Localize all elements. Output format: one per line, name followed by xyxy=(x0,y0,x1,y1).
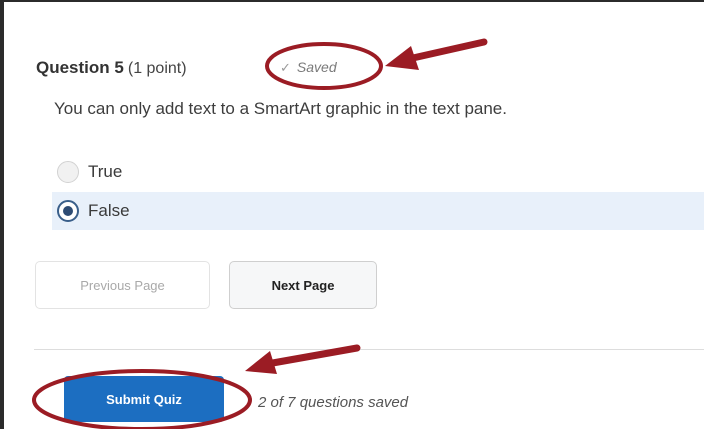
option-label-true: True xyxy=(88,162,123,181)
submit-quiz-button[interactable]: Submit Quiz xyxy=(64,376,224,422)
previous-page-button[interactable]: Previous Page xyxy=(35,261,210,309)
next-page-button[interactable]: Next Page xyxy=(229,261,377,309)
radio-true[interactable] xyxy=(57,161,79,183)
arrow-to-saved-line xyxy=(400,38,488,64)
questions-saved-status: 2 of 7 questions saved xyxy=(258,394,409,411)
window-border-top xyxy=(0,0,704,2)
arrow-to-saved-head xyxy=(385,46,419,70)
checkmark-icon: ✓ xyxy=(280,60,291,75)
question-text: You can only add text to a SmartArt grap… xyxy=(54,99,507,118)
option-true[interactable]: True xyxy=(52,153,704,191)
saved-status: ✓ Saved xyxy=(280,59,337,76)
radio-false[interactable] xyxy=(57,200,79,222)
question-header: Question 5 (1 point) xyxy=(36,58,187,78)
option-label-false: False xyxy=(88,201,130,220)
question-points: (1 point) xyxy=(127,60,187,77)
arrow-to-submit-head xyxy=(245,351,277,374)
saved-status-label: Saved xyxy=(296,59,337,75)
arrow-to-submit-line xyxy=(263,344,361,368)
window-border-left xyxy=(0,0,4,429)
divider xyxy=(34,349,704,350)
question-title: Question 5 xyxy=(36,58,124,77)
option-false[interactable]: False xyxy=(52,192,704,230)
